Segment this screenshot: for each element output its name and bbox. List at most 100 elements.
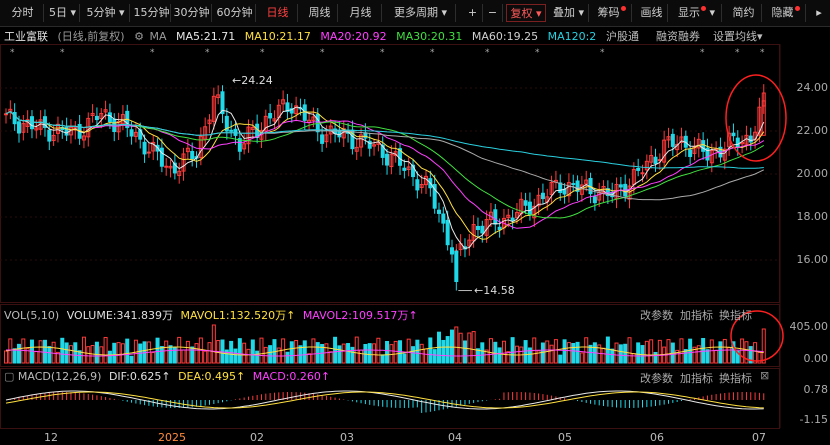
volume-switch-indicator-link[interactable]: 换指标	[719, 307, 752, 323]
macd-axis-low: -1.15	[799, 413, 828, 426]
event-marker-icon: *	[700, 48, 705, 58]
volume-bar	[389, 344, 394, 364]
macd-adjust-params-link[interactable]: 改参数	[640, 370, 673, 386]
candle-body	[16, 121, 21, 134]
candle-body	[159, 147, 164, 167]
price-axis-label: 22.00	[796, 124, 829, 137]
volume-bar	[237, 338, 242, 364]
volume-bar	[679, 338, 684, 364]
volume-bar	[94, 341, 99, 364]
candle-body	[107, 112, 112, 123]
volume-bar	[281, 338, 286, 364]
candle-body	[415, 179, 420, 191]
volume-bar	[649, 339, 654, 364]
time-axis-label: 2025	[158, 431, 186, 444]
volume-bar	[497, 347, 502, 364]
volume-bar	[103, 336, 108, 364]
macd-legend: ▢ MACD(12,26,9) DIF:0.625↑ DEA:0.495↑ MA…	[4, 370, 330, 383]
volume-bar	[181, 349, 186, 364]
candle-body	[229, 129, 234, 132]
candle-body	[636, 167, 641, 171]
mavol2-value: MAVOL2:109.517万	[302, 309, 409, 322]
volume-bar	[246, 348, 251, 364]
candle-body	[47, 129, 52, 142]
candle-body	[268, 112, 273, 119]
volume-bar	[333, 336, 338, 364]
volume-bar	[657, 339, 662, 364]
candle-body	[190, 150, 195, 160]
volume-bar	[385, 341, 390, 364]
volume-bar	[709, 339, 714, 364]
volume-bar	[432, 349, 437, 364]
volume-bar	[12, 348, 17, 364]
checkbox-icon[interactable]: ▢	[4, 370, 14, 383]
volume-bar	[311, 338, 316, 364]
volume-bar	[346, 343, 351, 364]
candle-body	[129, 129, 134, 137]
volume-bar	[337, 345, 342, 364]
candle-body	[475, 225, 480, 231]
volume-bar	[207, 342, 212, 364]
volume-bar	[614, 342, 619, 364]
candle-body	[523, 200, 528, 206]
candle-body	[527, 201, 532, 216]
event-marker-icon: *	[380, 48, 385, 58]
volume-bar	[159, 346, 164, 364]
volume-bar	[441, 339, 446, 364]
time-axis-label: 06	[650, 431, 664, 444]
volume-bar	[523, 340, 528, 364]
volume-bar	[359, 349, 364, 364]
macd-add-indicator-link[interactable]: 加指标	[680, 370, 713, 386]
low-price-label: 14.58	[483, 284, 515, 297]
arrow-left-icon: ←	[474, 284, 484, 297]
volume-bar	[571, 343, 576, 364]
volume-axis-low: 0.00	[803, 352, 829, 365]
candle-body	[701, 140, 706, 152]
volume-bar	[636, 342, 641, 364]
time-axis-label: 12	[44, 431, 58, 444]
volume-bar	[129, 355, 134, 364]
price-axis-label: 18.00	[796, 210, 829, 223]
volume-bar	[380, 354, 385, 364]
volume-bar	[506, 351, 511, 364]
event-marker-icon: *	[205, 48, 210, 58]
volume-bar	[411, 346, 416, 364]
event-marker-icon: *	[320, 48, 325, 58]
arrow-left-icon: ←	[232, 74, 242, 87]
volume-bar	[315, 342, 320, 364]
volume-bar	[168, 345, 173, 364]
candle-body	[4, 113, 8, 116]
macd-title: MACD(12,26,9)	[17, 370, 102, 383]
event-marker-icon: *	[60, 48, 65, 58]
mavol1-value: MAVOL1:132.520万	[180, 309, 287, 322]
macd-switch-indicator-link[interactable]: 换指标	[719, 370, 752, 386]
candle-body	[164, 165, 169, 168]
volume-bar	[289, 341, 294, 364]
volume-axis-high: 405.00	[789, 320, 829, 333]
close-panel-icon[interactable]: ⊠	[760, 369, 769, 382]
volume-bar	[540, 342, 545, 364]
volume-bar	[151, 352, 156, 364]
candle-body	[94, 115, 99, 121]
candle-body	[497, 226, 502, 231]
candle-body	[142, 141, 147, 155]
volume-bar	[393, 340, 398, 364]
volume-bar	[558, 354, 563, 364]
volume-add-indicator-link[interactable]: 加指标	[680, 307, 713, 323]
volume-bar	[268, 345, 273, 364]
candle-body	[735, 137, 740, 148]
candle-body	[146, 151, 151, 154]
high-price-label: 24.24	[241, 74, 273, 87]
candle-body	[540, 192, 545, 200]
volume-adjust-params-link[interactable]: 改参数	[640, 307, 673, 323]
low-price-annotation: ←14.58	[474, 284, 515, 297]
macd-value: MACD:0.260	[252, 370, 321, 383]
volume-bar	[714, 349, 719, 364]
time-axis-label: 05	[558, 431, 572, 444]
event-marker-icon: *	[430, 48, 435, 58]
volume-bar	[42, 339, 47, 364]
volume-bar	[761, 328, 766, 364]
volume-bar	[722, 338, 727, 364]
volume-bar	[406, 338, 411, 364]
volume-bar	[255, 350, 260, 364]
